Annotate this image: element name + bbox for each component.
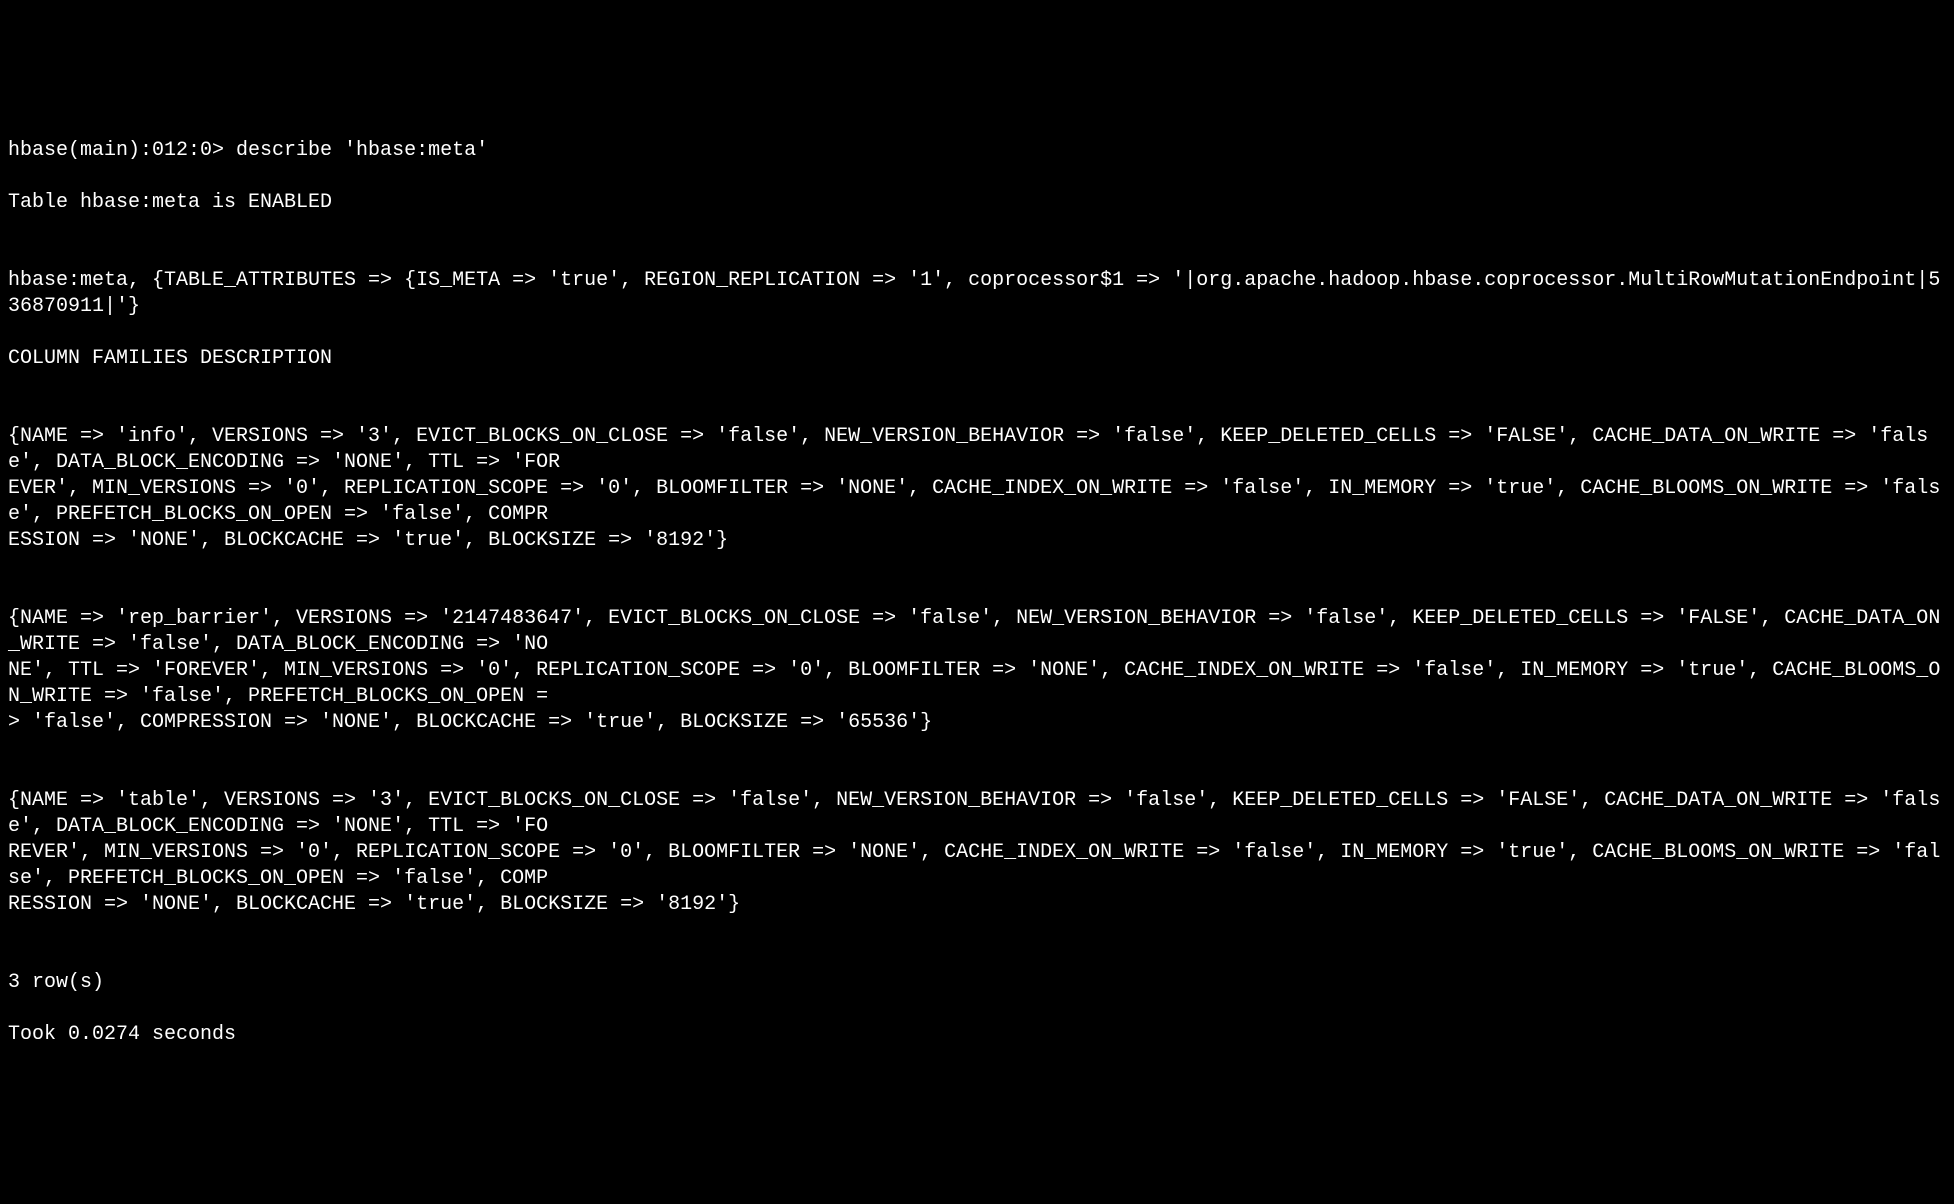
column-family-table: {NAME => 'table', VERSIONS => '3', EVICT…	[8, 788, 1946, 918]
column-families-header: COLUMN FAMILIES DESCRIPTION	[8, 346, 1946, 372]
column-family-info: {NAME => 'info', VERSIONS => '3', EVICT_…	[8, 424, 1946, 554]
table-status: Table hbase:meta is ENABLED	[8, 190, 1946, 216]
timing-info: Took 0.0274 seconds	[8, 1022, 1946, 1048]
terminal-output: hbase(main):012:0> describe 'hbase:meta'…	[8, 112, 1946, 1074]
table-attributes: hbase:meta, {TABLE_ATTRIBUTES => {IS_MET…	[8, 268, 1946, 320]
row-count: 3 row(s)	[8, 970, 1946, 996]
prompt-line: hbase(main):012:0> describe 'hbase:meta'	[8, 138, 1946, 164]
column-family-rep-barrier: {NAME => 'rep_barrier', VERSIONS => '214…	[8, 606, 1946, 736]
